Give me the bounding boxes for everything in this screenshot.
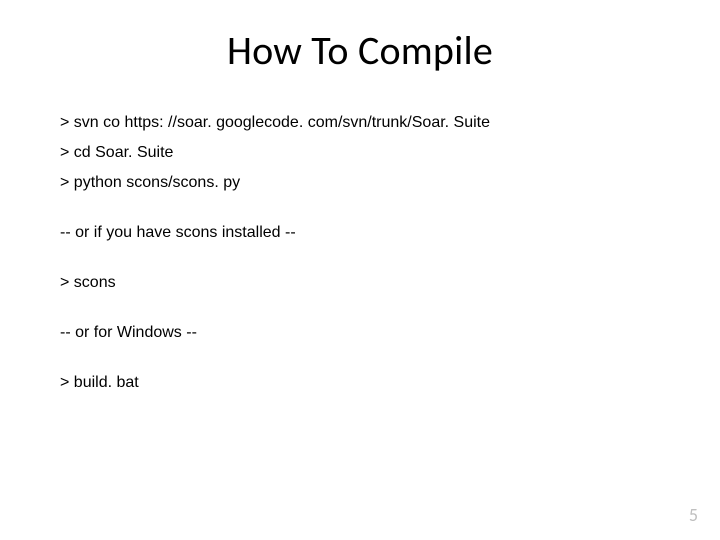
page-number: 5 [689,504,698,526]
slide: How To Compile > svn co https: //soar. g… [0,0,720,540]
command-line: > build. bat [60,371,660,395]
command-line: > python scons/scons. py [60,171,660,195]
note-text: -- or for Windows -- [60,321,660,345]
command-line: > scons [60,271,660,295]
command-line: > cd Soar. Suite [60,141,660,165]
slide-title: How To Compile [60,26,660,75]
slide-body: > svn co https: //soar. googlecode. com/… [60,111,660,395]
command-line: > svn co https: //soar. googlecode. com/… [60,111,660,135]
note-text: -- or if you have scons installed -- [60,221,660,245]
